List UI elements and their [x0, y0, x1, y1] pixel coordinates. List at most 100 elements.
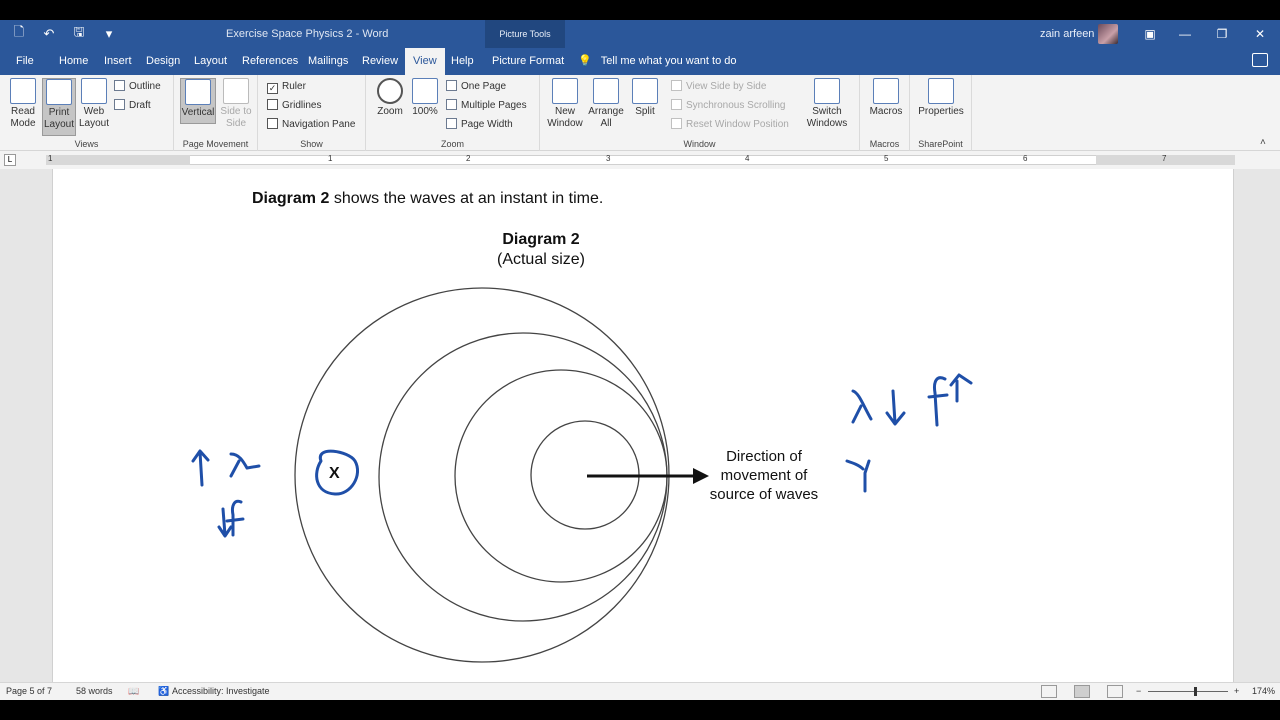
horizontal-ruler[interactable]: L 1 1 2 3 4 5 6 7 [0, 151, 1280, 169]
zoom-button[interactable]: Zoom [374, 78, 406, 118]
tell-me-search[interactable]: 💡 Tell me what you want to do [578, 48, 737, 75]
print-layout-icon [46, 79, 72, 105]
outline-button[interactable]: Outline [114, 79, 161, 95]
tab-selector[interactable]: L [4, 154, 16, 166]
title-bar: 🗋 ↶ 🖫 ▾ Exercise Space Physics 2 - Word … [0, 20, 1280, 48]
zoom-100-button[interactable]: 100% [410, 78, 440, 118]
minimize-button[interactable]: — [1175, 24, 1195, 44]
sharepoint-group-label: SharePoint [918, 139, 963, 149]
tab-references[interactable]: References [242, 48, 298, 75]
collapse-ribbon-icon[interactable]: ˄ [1260, 137, 1266, 148]
magnifier-icon [377, 78, 403, 104]
point-x-label: X [329, 465, 340, 482]
print-layout-view-icon[interactable] [1074, 685, 1090, 698]
new-document-icon[interactable]: 🗋 [10, 23, 28, 45]
document-area[interactable]: Diagram 2 shows the waves at an instant … [0, 169, 1280, 682]
zoom-slider-track[interactable] [1148, 691, 1228, 692]
zoom-in-button[interactable]: + [1234, 686, 1239, 696]
restore-button[interactable]: ❐ [1212, 24, 1232, 44]
annotation-lambda-right [851, 389, 873, 424]
word-count[interactable]: 58 words [76, 686, 113, 696]
web-layout-button[interactable]: Web Layout [78, 78, 110, 130]
annotation-lambda-left [229, 452, 261, 478]
reset-window-position-button[interactable]: Reset Window Position [671, 117, 789, 133]
accessibility-icon[interactable]: ♿ [158, 686, 169, 697]
page-count[interactable]: Page 5 of 7 [6, 686, 52, 696]
tell-me-text: Tell me what you want to do [600, 55, 737, 67]
side-by-side-icon [671, 80, 682, 91]
page-width-icon [446, 118, 457, 129]
synchronous-scrolling-button[interactable]: Synchronous Scrolling [671, 98, 786, 114]
tab-picture-format[interactable]: Picture Format [492, 48, 564, 75]
close-button[interactable]: ✕ [1250, 24, 1270, 44]
accessibility-status[interactable]: Accessibility: Investigate [172, 686, 270, 696]
zoom-slider-thumb[interactable] [1194, 687, 1197, 696]
one-page-icon [446, 80, 457, 91]
avatar[interactable] [1098, 24, 1118, 44]
print-layout-button[interactable]: Print Layout [42, 78, 76, 136]
arrange-all-icon [593, 78, 619, 104]
view-side-by-side-button[interactable]: View Side by Side [671, 79, 766, 95]
macros-group-label: Macros [869, 139, 900, 149]
properties-button[interactable]: Properties [916, 78, 966, 118]
outline-icon [114, 80, 125, 91]
annotation-down-arrow-right [885, 389, 906, 426]
switch-windows-button[interactable]: Switch Windows [800, 78, 854, 130]
tab-help[interactable]: Help [451, 48, 474, 75]
tab-layout[interactable]: Layout [194, 48, 227, 75]
page-width-button[interactable]: Page Width [446, 117, 513, 133]
one-page-button[interactable]: One Page [446, 79, 506, 95]
split-icon [632, 78, 658, 104]
user-name[interactable]: zain arfeen [1040, 28, 1094, 40]
wave-diagram[interactable] [53, 169, 1235, 682]
tab-view[interactable]: View [405, 48, 445, 75]
gridlines-checkbox[interactable]: Gridlines [267, 98, 321, 114]
document-page[interactable]: Diagram 2 shows the waves at an instant … [52, 169, 1234, 682]
macros-button[interactable]: Macros [868, 78, 904, 118]
tab-design[interactable]: Design [146, 48, 180, 75]
multiple-pages-button[interactable]: Multiple Pages [446, 98, 527, 114]
navigation-pane-checkbox[interactable]: Navigation Pane [267, 117, 355, 133]
ruler-number: 5 [884, 154, 889, 163]
ruler-number: 1 [48, 154, 53, 163]
comments-icon[interactable] [1252, 53, 1268, 67]
ruler-number: 3 [606, 154, 611, 163]
switch-windows-icon [814, 78, 840, 104]
web-layout-view-icon[interactable] [1107, 685, 1123, 698]
ruler-checkmark: ✓ [267, 83, 278, 94]
draft-button[interactable]: Draft [114, 98, 151, 114]
ruler-number: 4 [745, 154, 750, 163]
zoom-out-button[interactable]: − [1136, 686, 1141, 696]
ribbon-display-options-icon[interactable]: ▣ [1140, 24, 1160, 44]
annotation-y [845, 459, 871, 493]
ribbon-tabs: File Home Insert Design Layout Reference… [0, 48, 1280, 75]
save-icon[interactable]: 🖫 [70, 23, 88, 45]
tab-review[interactable]: Review [362, 48, 398, 75]
ruler-checkbox[interactable]: ✓ Ruler [267, 79, 306, 95]
lightbulb-icon: 💡 [578, 55, 592, 67]
annotation-up-arrow-left [191, 449, 210, 487]
tab-insert[interactable]: Insert [104, 48, 132, 75]
proofing-icon[interactable]: 📖 [128, 686, 139, 697]
annotation-f-right [927, 376, 949, 427]
tab-file[interactable]: File [16, 48, 34, 75]
read-mode-icon [10, 78, 36, 104]
undo-icon[interactable]: ↶ [40, 26, 58, 42]
customize-qat-icon[interactable]: ▾ [100, 26, 118, 42]
split-button[interactable]: Split [630, 78, 660, 118]
zoom-level[interactable]: 174% [1252, 686, 1275, 696]
tab-home[interactable]: Home [59, 48, 88, 75]
show-group-label: Show [300, 139, 323, 149]
side-to-side-button[interactable]: Side to Side [219, 78, 253, 130]
vertical-button[interactable]: Vertical [180, 78, 216, 124]
new-window-button[interactable]: New Window [544, 78, 586, 130]
read-mode-button[interactable]: Read Mode [6, 78, 40, 130]
reset-window-icon [671, 118, 682, 129]
arrange-all-button[interactable]: Arrange All [586, 78, 626, 130]
quick-access-toolbar: 🗋 ↶ 🖫 ▾ [10, 20, 118, 48]
window-group-label: Window [683, 139, 716, 149]
ruler-number: 2 [466, 154, 471, 163]
tab-mailings[interactable]: Mailings [308, 48, 348, 75]
sync-scroll-icon [671, 99, 682, 110]
read-mode-view-icon[interactable] [1041, 685, 1057, 698]
